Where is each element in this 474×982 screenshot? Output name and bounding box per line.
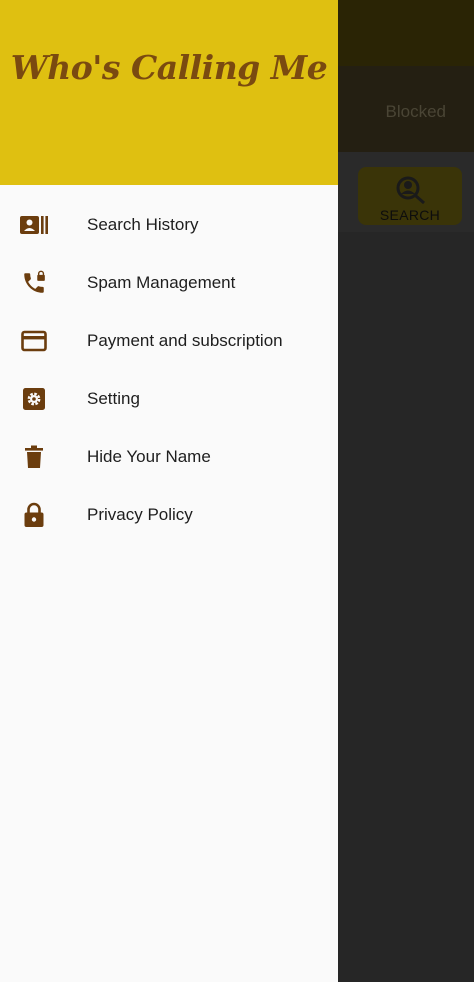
contact-card-icon (20, 211, 48, 239)
app-title: Who's Calling Me (10, 48, 328, 87)
drawer-header: Who's Calling Me (0, 0, 338, 185)
search-person-icon (396, 176, 425, 205)
menu-item-search-history[interactable]: Search History (0, 196, 338, 254)
navigation-drawer: Who's Calling Me Search History Spam Man… (0, 0, 338, 982)
phone-lock-icon (20, 269, 48, 297)
menu-item-hide-your-name[interactable]: Hide Your Name (0, 428, 338, 486)
menu-item-label: Search History (87, 215, 199, 234)
menu-item-label: Payment and subscription (87, 331, 283, 350)
menu-item-privacy-policy[interactable]: Privacy Policy (0, 486, 338, 544)
menu-item-label: Privacy Policy (87, 505, 193, 524)
menu-item-setting[interactable]: Setting (0, 370, 338, 428)
search-button-label: SEARCH (379, 207, 441, 223)
menu-item-label: Setting (87, 389, 140, 408)
settings-gear-icon (20, 385, 48, 413)
lock-icon (20, 501, 48, 529)
tab-blocked: Blocked (385, 102, 446, 121)
drawer-menu: Search History Spam Management Payment a… (0, 196, 338, 544)
credit-card-icon (20, 327, 48, 355)
search-button: SEARCH (358, 167, 462, 225)
menu-item-payment-subscription[interactable]: Payment and subscription (0, 312, 338, 370)
menu-item-spam-management[interactable]: Spam Management (0, 254, 338, 312)
menu-item-label: Hide Your Name (87, 447, 211, 466)
menu-item-label: Spam Management (87, 273, 236, 292)
trash-icon (20, 443, 48, 471)
